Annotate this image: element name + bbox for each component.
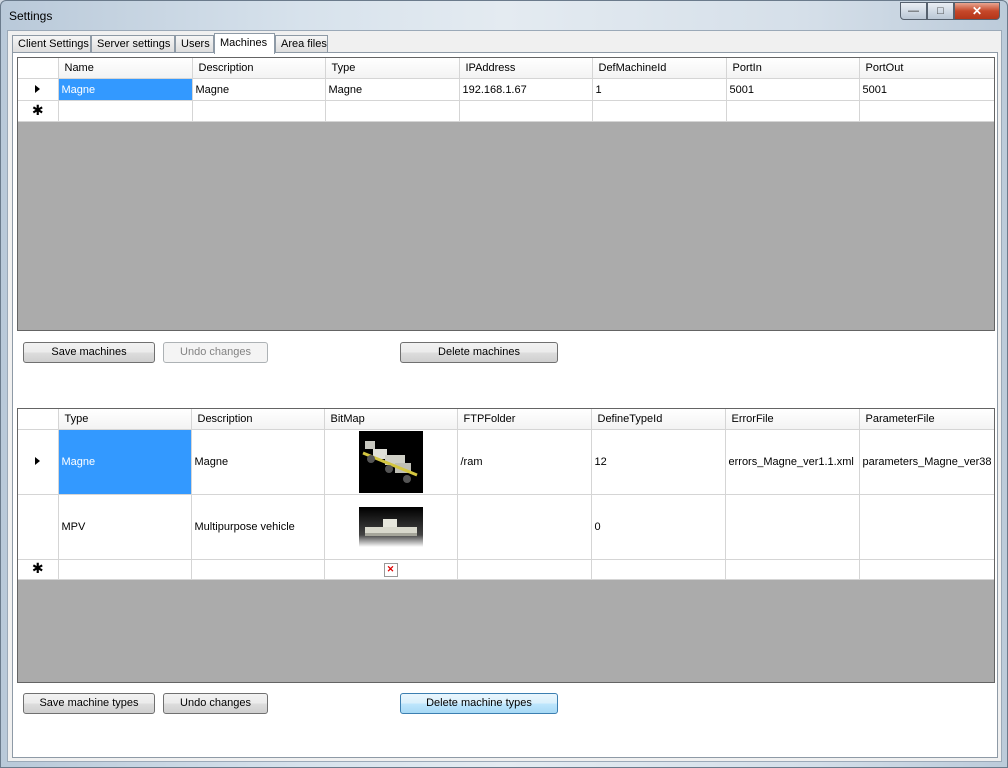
column-header[interactable]: Type bbox=[58, 409, 192, 430]
table-cell[interactable]: /ram bbox=[457, 429, 592, 495]
row-header[interactable] bbox=[18, 429, 59, 495]
machines-tab-panel: Name Description Type IPAddress DefMachi… bbox=[12, 52, 998, 758]
tab-server-settings[interactable]: Server settings bbox=[91, 35, 175, 53]
table-cell[interactable]: parameters_Magne_ver38 bbox=[859, 429, 994, 495]
vehicle-image bbox=[358, 431, 423, 493]
table-cell[interactable]: 5001 bbox=[859, 78, 994, 101]
table-cell[interactable] bbox=[325, 100, 460, 122]
save-machine-types-button[interactable]: Save machine types bbox=[23, 693, 155, 714]
table-row[interactable]: Magne Magne /ram 12 errors_Magne_ver1.1.… bbox=[18, 429, 994, 495]
column-header[interactable]: DefineTypeId bbox=[591, 409, 726, 430]
row-header[interactable]: ✱ bbox=[18, 100, 59, 122]
table-cell[interactable] bbox=[192, 100, 326, 122]
table-cell[interactable] bbox=[457, 559, 592, 580]
column-header[interactable]: IPAddress bbox=[459, 58, 593, 79]
machines-grid[interactable]: Name Description Type IPAddress DefMachi… bbox=[17, 57, 995, 331]
table-cell[interactable] bbox=[58, 559, 192, 580]
broken-image-icon: ✕ bbox=[383, 562, 398, 577]
table-cell[interactable] bbox=[725, 559, 860, 580]
table-cell[interactable] bbox=[58, 100, 193, 122]
window-title: Settings bbox=[9, 9, 53, 23]
column-header[interactable]: BitMap bbox=[324, 409, 458, 430]
close-icon: ✕ bbox=[971, 4, 983, 18]
delete-machine-types-button[interactable]: Delete machine types bbox=[400, 693, 558, 714]
bitmap-cell[interactable]: ✕ bbox=[324, 559, 458, 580]
minimize-button[interactable]: — bbox=[900, 2, 927, 20]
table-cell[interactable] bbox=[859, 100, 994, 122]
tab-area-files[interactable]: Area files bbox=[275, 35, 328, 53]
table-cell[interactable]: Magne bbox=[58, 78, 193, 101]
table-cell[interactable]: errors_Magne_ver1.1.xml bbox=[725, 429, 860, 495]
table-cell[interactable] bbox=[859, 494, 994, 560]
table-cell[interactable] bbox=[191, 559, 325, 580]
table-cell[interactable]: 192.168.1.67 bbox=[459, 78, 593, 101]
maximize-icon: □ bbox=[937, 5, 944, 17]
table-cell[interactable] bbox=[726, 100, 860, 122]
table-cell[interactable] bbox=[591, 559, 726, 580]
table-cell[interactable]: 5001 bbox=[726, 78, 860, 101]
table-cell[interactable]: MPV bbox=[58, 494, 192, 560]
tab-client-settings[interactable]: Client Settings bbox=[12, 35, 91, 53]
tab-users[interactable]: Users bbox=[175, 35, 214, 53]
table-cell[interactable]: Magne bbox=[325, 78, 460, 101]
bitmap-cell[interactable] bbox=[324, 429, 458, 495]
row-header[interactable]: ✱ bbox=[18, 559, 59, 580]
table-cell[interactable] bbox=[459, 100, 593, 122]
table-cell[interactable]: Magne bbox=[191, 429, 325, 495]
table-cell[interactable]: 12 bbox=[591, 429, 726, 495]
table-cell[interactable]: Multipurpose vehicle bbox=[191, 494, 325, 560]
delete-machines-button[interactable]: Delete machines bbox=[400, 342, 558, 363]
column-header[interactable]: Name bbox=[58, 58, 193, 79]
bitmap-cell[interactable] bbox=[324, 494, 458, 560]
column-header[interactable]: Type bbox=[325, 58, 460, 79]
title-bar[interactable]: Settings — □ ✕ bbox=[1, 1, 1007, 31]
table-cell[interactable]: Magne bbox=[58, 429, 192, 495]
tab-machines[interactable]: Machines bbox=[214, 33, 275, 54]
table-cell[interactable] bbox=[592, 100, 727, 122]
row-pointer-icon bbox=[35, 457, 41, 465]
table-row[interactable]: Magne Magne Magne 192.168.1.67 1 5001 50… bbox=[18, 78, 994, 101]
machine-types-header-row: Type Description BitMap FTPFolder Define… bbox=[18, 409, 994, 430]
settings-window: Settings — □ ✕ Client Settings Server se… bbox=[0, 0, 1008, 768]
column-header[interactable]: Description bbox=[192, 58, 326, 79]
row-pointer-icon bbox=[35, 84, 41, 93]
machine-types-grid[interactable]: Type Description BitMap FTPFolder Define… bbox=[17, 408, 995, 683]
machines-header-row: Name Description Type IPAddress DefMachi… bbox=[18, 58, 994, 79]
table-cell[interactable]: 0 bbox=[591, 494, 726, 560]
column-header[interactable]: PortOut bbox=[859, 58, 994, 79]
column-header[interactable]: DefMachineId bbox=[592, 58, 727, 79]
column-header[interactable]: PortIn bbox=[726, 58, 860, 79]
new-row-icon: ✱ bbox=[31, 101, 44, 118]
table-cell[interactable] bbox=[725, 494, 860, 560]
row-header[interactable] bbox=[18, 78, 59, 101]
undo-machines-button[interactable]: Undo changes bbox=[163, 342, 268, 363]
table-cell[interactable] bbox=[457, 494, 592, 560]
new-row[interactable]: ✱ bbox=[18, 100, 994, 122]
row-header[interactable] bbox=[18, 494, 59, 560]
new-row-icon: ✱ bbox=[31, 560, 44, 576]
maximize-button[interactable]: □ bbox=[927, 2, 954, 20]
vehicle-image bbox=[358, 507, 423, 547]
table-cell[interactable]: Magne bbox=[192, 78, 326, 101]
undo-machine-types-button[interactable]: Undo changes bbox=[163, 693, 268, 714]
client-area: Client Settings Server settings Users Ma… bbox=[7, 30, 1002, 762]
table-cell[interactable]: 1 bbox=[592, 78, 727, 101]
table-row[interactable]: MPV Multipurpose vehicle 0 bbox=[18, 494, 994, 560]
new-row[interactable]: ✱ ✕ bbox=[18, 559, 994, 580]
row-header-corner[interactable] bbox=[18, 58, 59, 79]
column-header[interactable]: ErrorFile bbox=[725, 409, 860, 430]
minimize-icon: — bbox=[908, 5, 919, 17]
column-header[interactable]: Description bbox=[191, 409, 325, 430]
save-machines-button[interactable]: Save machines bbox=[23, 342, 155, 363]
row-header-corner[interactable] bbox=[18, 409, 59, 430]
column-header[interactable]: FTPFolder bbox=[457, 409, 592, 430]
column-header[interactable]: ParameterFile bbox=[859, 409, 994, 430]
close-button[interactable]: ✕ bbox=[954, 2, 1000, 20]
table-cell[interactable] bbox=[859, 559, 994, 580]
